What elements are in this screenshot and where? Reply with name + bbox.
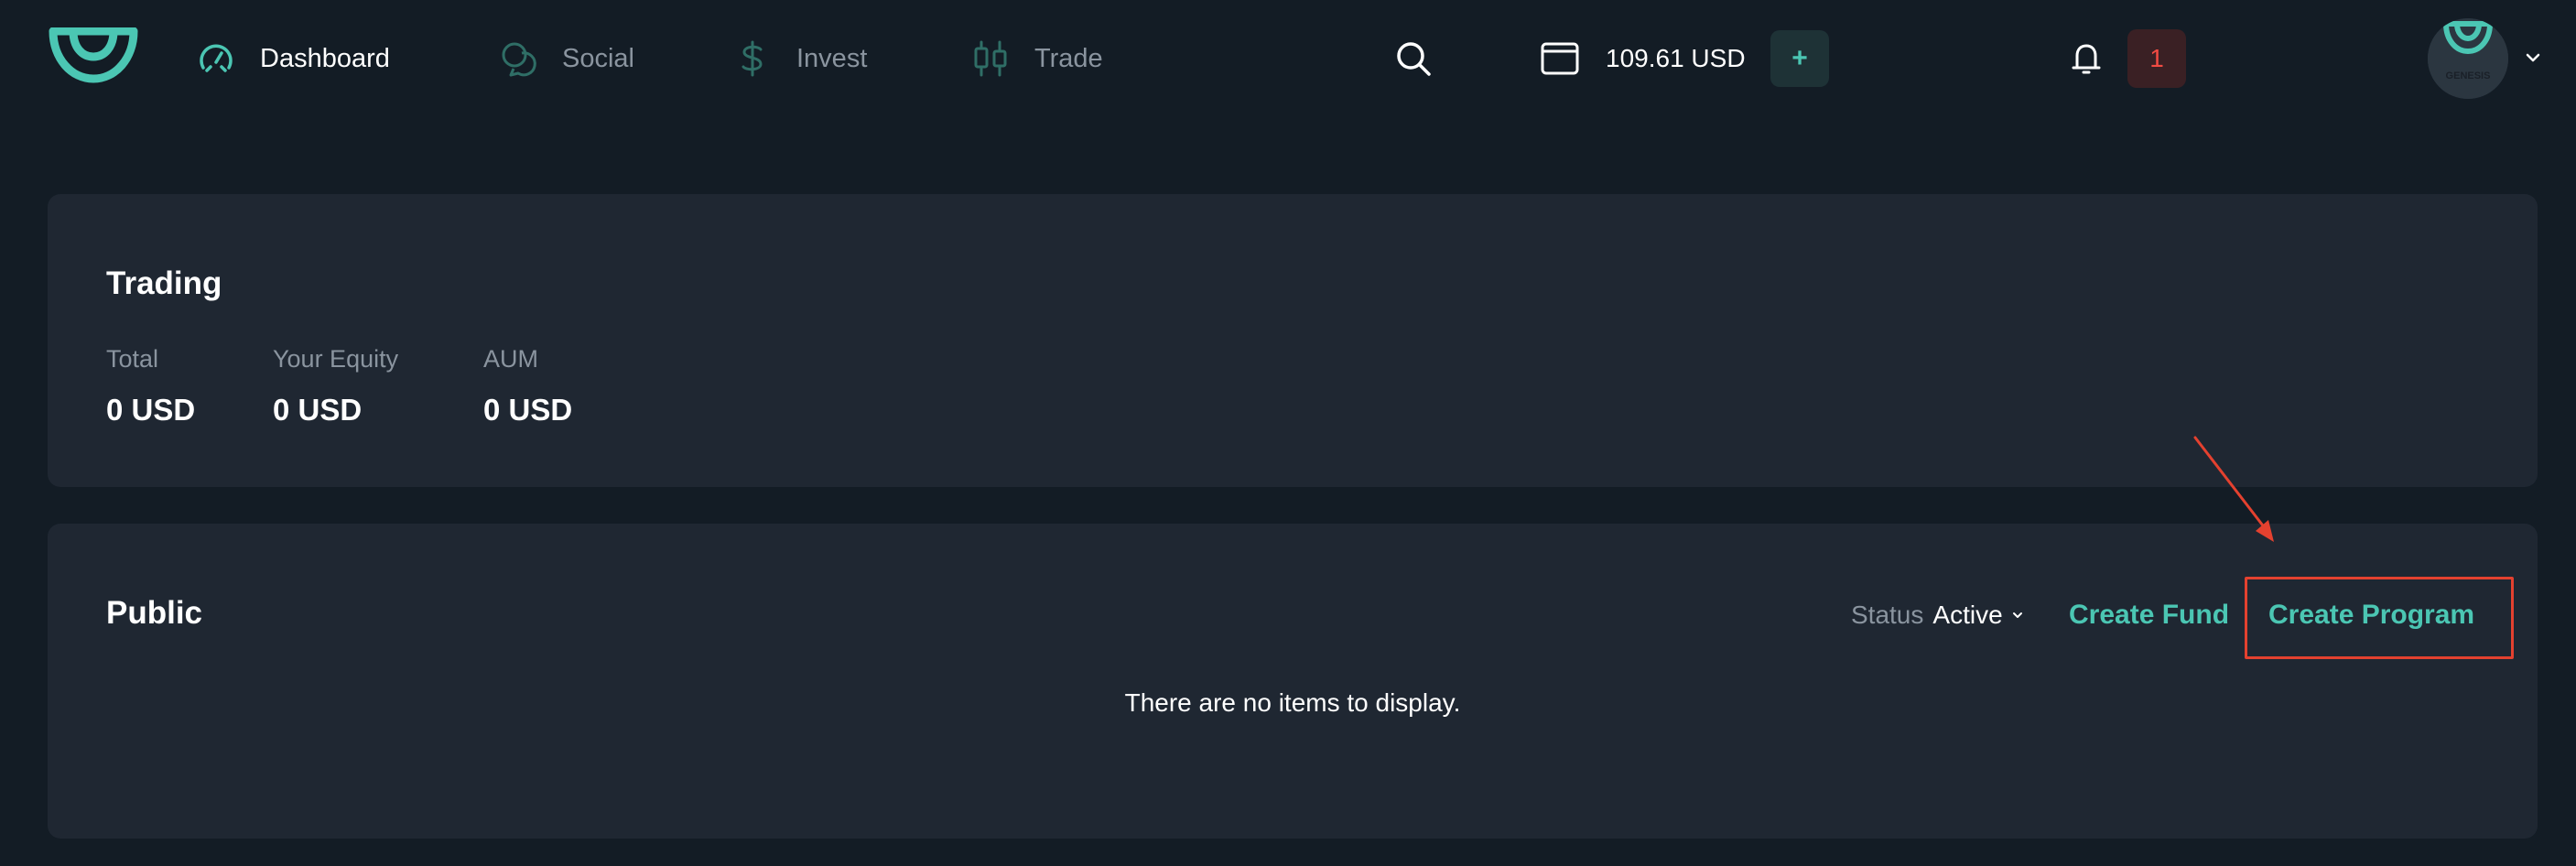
status-filter-label: Status: [1851, 601, 1924, 629]
nav-social[interactable]: Social: [498, 33, 634, 84]
dashboard-gauge-icon: [200, 44, 233, 72]
stat-your-equity-label: Your Equity: [273, 345, 399, 373]
social-chat-icon: [502, 42, 536, 77]
nav-trade-label: Trade: [1034, 43, 1103, 73]
stat-total: Total 0 USD: [106, 342, 195, 428]
top-navigation-bar: Dashboard Social Invest Trade 109.61 USD…: [0, 0, 2576, 117]
add-funds-button[interactable]: +: [1770, 30, 1829, 87]
stat-aum-value: 0 USD: [483, 393, 573, 427]
stat-your-equity: Your Equity 0 USD: [273, 342, 398, 428]
trading-title: Trading: [106, 265, 222, 301]
notification-bell-icon[interactable]: [2069, 40, 2104, 77]
nav-trade[interactable]: Trade: [970, 33, 1103, 84]
annotation-arrow-icon: [2193, 436, 2274, 542]
chevron-down-icon[interactable]: [2523, 48, 2543, 68]
nav-invest[interactable]: Invest: [732, 33, 867, 84]
empty-state-message: There are no items to display.: [1124, 688, 1461, 717]
create-program-button[interactable]: Create Program: [2268, 597, 2474, 633]
dollar-icon: [741, 40, 763, 77]
chevron-down-icon: [2012, 612, 2022, 618]
nav-social-label: Social: [562, 43, 634, 73]
nav-dashboard[interactable]: Dashboard: [196, 33, 390, 84]
notification-count-badge[interactable]: 1: [2127, 29, 2186, 88]
trading-card: Trading Total 0 USD Your Equity 0 USD AU…: [48, 194, 2538, 487]
candlestick-icon: [974, 40, 1007, 77]
status-filter-value: Active: [1932, 601, 2003, 629]
create-fund-button[interactable]: Create Fund: [2069, 597, 2229, 633]
genesis-avatar-logo-icon: GENESIS: [2428, 18, 2508, 99]
stat-total-value: 0 USD: [106, 393, 196, 427]
avatar[interactable]: GENESIS: [2428, 18, 2508, 99]
status-filter-dropdown[interactable]: Status Active: [1851, 597, 2025, 633]
public-card: Public Status Active Create Fund Create …: [48, 524, 2538, 839]
wallet-balance[interactable]: 109.61 USD: [1606, 40, 1746, 77]
nav-dashboard-label: Dashboard: [260, 43, 390, 73]
avatar-text: GENESIS: [2446, 70, 2491, 81]
wallet-icon[interactable]: [1540, 40, 1580, 77]
nav-invest-label: Invest: [796, 43, 868, 73]
stat-total-label: Total: [106, 345, 159, 373]
stat-your-equity-value: 0 USD: [273, 393, 363, 427]
public-title: Public: [106, 595, 203, 631]
stat-aum-label: AUM: [483, 345, 538, 373]
stat-aum: AUM 0 USD: [483, 342, 572, 428]
genesis-logo-icon[interactable]: [48, 27, 139, 84]
search-icon[interactable]: [1393, 38, 1434, 79]
